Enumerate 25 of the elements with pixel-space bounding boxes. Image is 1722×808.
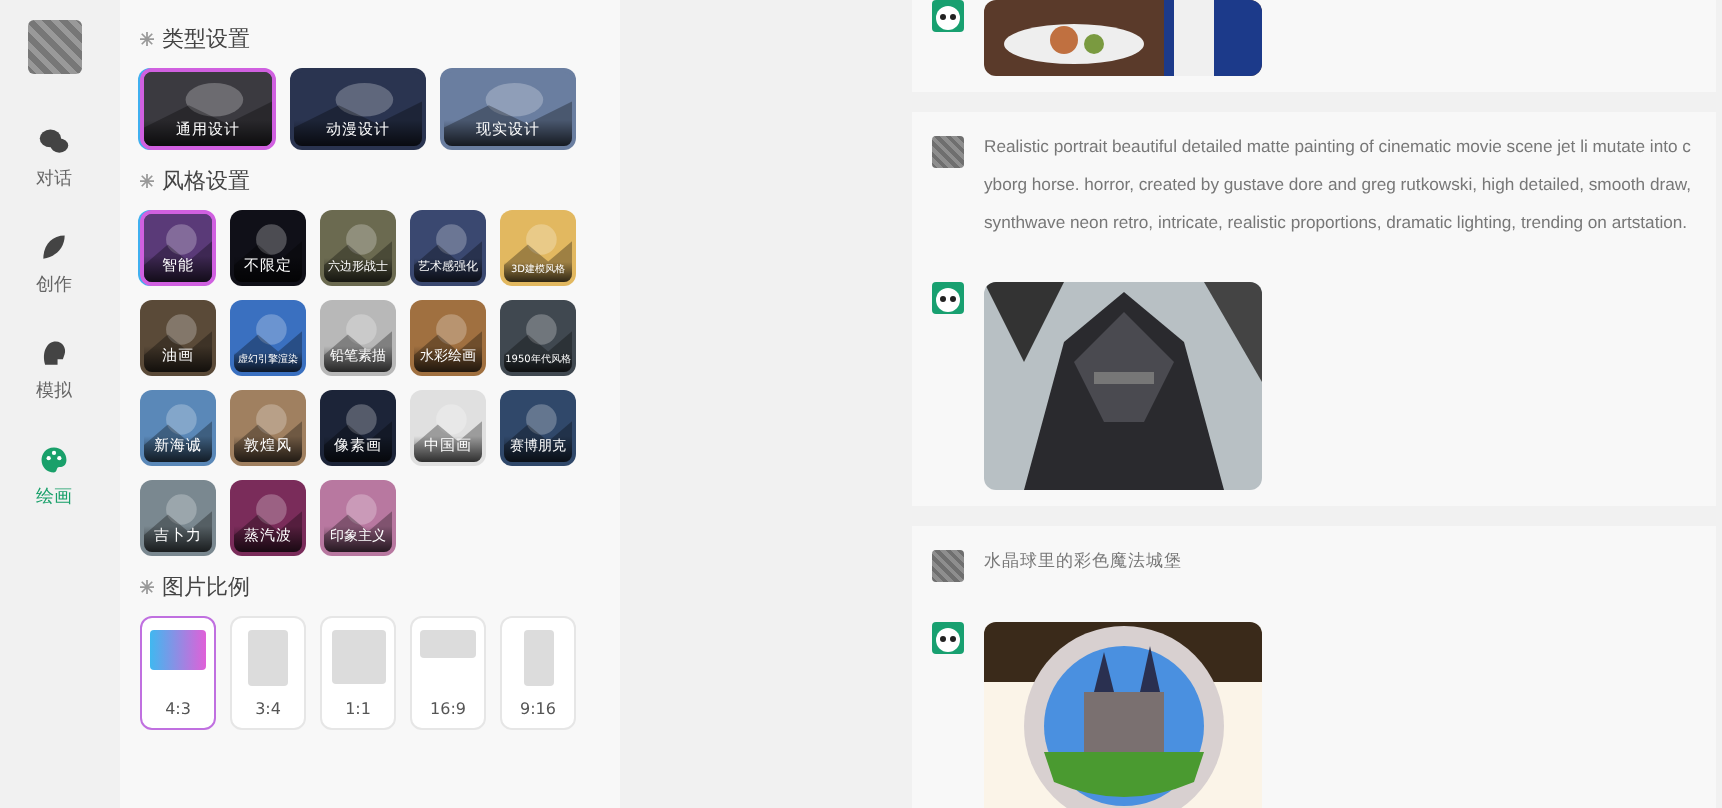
- user-avatar: [932, 550, 964, 582]
- panda-icon: [932, 622, 964, 654]
- panda-icon: [932, 282, 964, 314]
- leaf-icon: [38, 232, 70, 264]
- ratio-option[interactable]: 9:16: [500, 616, 576, 730]
- section-title: 风格设置: [162, 165, 250, 195]
- nav-item[interactable]: 模拟: [36, 338, 72, 404]
- user-avatar[interactable]: [27, 20, 81, 74]
- chat-icon: [38, 126, 70, 158]
- prompt-text: Realistic portrait beautiful detailed matte painting of cinematic movie scene jet li mutate into cyborg horse. horror, created by gustave dore and greg rutkowski, high detailed, smooth draw, synthwave neon retro, intricate, realistic proportions, dramatic lighting, trending on artstation.: [984, 134, 1693, 236]
- ratio-option[interactable]: 1:1: [320, 616, 396, 730]
- head-icon: [38, 338, 70, 370]
- asterisk-icon: [140, 31, 154, 45]
- ratio-option[interactable]: 4:3: [140, 616, 216, 730]
- palette-icon: [38, 444, 70, 476]
- section-title: 类型设置: [162, 23, 250, 53]
- nav-item[interactable]: 对话: [36, 126, 72, 192]
- asterisk-icon: [140, 173, 154, 187]
- user-avatar: [932, 136, 964, 168]
- nav-item[interactable]: 创作: [36, 232, 72, 298]
- asterisk-icon: [140, 579, 154, 593]
- ratio-option[interactable]: 16:9: [410, 616, 486, 730]
- ratio-option[interactable]: 3:4: [230, 616, 306, 730]
- section-title: 图片比例: [162, 571, 250, 601]
- prompt-text: 水晶球里的彩色魔法城堡: [984, 548, 1184, 574]
